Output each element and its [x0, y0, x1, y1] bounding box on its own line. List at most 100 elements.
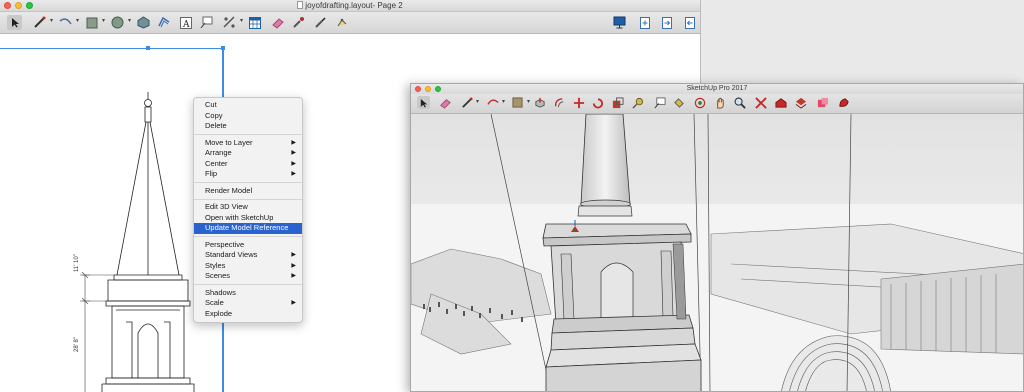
- submenu-arrow-icon: ▶: [291, 139, 296, 146]
- eraser-icon[interactable]: [270, 15, 285, 30]
- menu-item-label: Scale: [205, 298, 224, 307]
- desktop: joyofdrafting.layout- Page 2 ▾ ▾ ▾ ▾ A ▾…: [0, 0, 1024, 392]
- offset-icon[interactable]: [156, 15, 171, 30]
- text-icon[interactable]: A: [178, 15, 193, 30]
- menu-item-styles[interactable]: Styles ▶: [194, 261, 302, 272]
- extension-warehouse-icon[interactable]: [794, 96, 807, 109]
- menu-item-center[interactable]: Center ▶: [194, 159, 302, 170]
- polygon-icon[interactable]: [136, 15, 151, 30]
- table-icon[interactable]: [247, 15, 262, 30]
- select-icon[interactable]: [417, 96, 430, 109]
- menu-separator: [194, 236, 302, 237]
- arc-icon[interactable]: [58, 15, 79, 30]
- layout-window-title: joyofdrafting.layout- Page 2: [305, 1, 403, 10]
- menu-item-label: Perspective: [205, 239, 245, 249]
- circle-icon[interactable]: [110, 15, 131, 30]
- move-icon[interactable]: [572, 96, 585, 109]
- tape-measure-icon[interactable]: [631, 96, 644, 109]
- submenu-arrow-icon: ▶: [291, 300, 296, 306]
- text-icon[interactable]: [653, 96, 666, 109]
- menu-item-label: Update Model Reference: [205, 223, 289, 232]
- submenu-arrow-icon: ▶: [291, 171, 296, 177]
- pencil-icon[interactable]: [460, 96, 479, 109]
- sketchup-3d-viewport[interactable]: [411, 113, 1023, 391]
- menu-item-standard-views[interactable]: Standard Views ▶: [194, 250, 302, 261]
- menu-item-open-with-sketchup[interactable]: Open with SketchUp: [194, 213, 302, 224]
- style-dropper-icon[interactable]: [291, 15, 306, 30]
- menu-item-flip[interactable]: Flip ▶: [194, 169, 302, 180]
- layout-window-title-wrap: joyofdrafting.layout- Page 2: [0, 0, 700, 12]
- split-icon[interactable]: [313, 15, 328, 30]
- paint-bucket-icon[interactable]: [672, 96, 685, 109]
- orbit-icon[interactable]: [693, 96, 706, 109]
- sketchup-window: SketchUp Pro 2017: [410, 83, 1024, 392]
- submenu-arrow-icon: ▶: [291, 150, 296, 156]
- dimension-icon[interactable]: [222, 15, 243, 30]
- menu-item-copy[interactable]: Copy: [194, 111, 302, 122]
- layout-toolbar: A: [0, 12, 700, 34]
- menu-item-label: Flip: [205, 169, 218, 178]
- layout-titlebar[interactable]: joyofdrafting.layout- Page 2: [0, 0, 700, 12]
- join-icon[interactable]: [334, 15, 349, 30]
- dimension-label-lower: 28' 8": [74, 337, 80, 352]
- document-icon: [297, 1, 304, 9]
- pan-icon[interactable]: [713, 96, 726, 109]
- presentation-icon[interactable]: [612, 15, 627, 30]
- zoom-extents-icon[interactable]: [754, 96, 767, 109]
- previous-page-icon[interactable]: [682, 15, 697, 30]
- submenu-arrow-icon: ▶: [291, 252, 296, 258]
- menu-item-label: Standard Views: [205, 250, 258, 259]
- menu-item-cut[interactable]: Cut: [194, 100, 302, 111]
- menu-item-label: Delete: [205, 121, 227, 130]
- offset-icon[interactable]: [552, 96, 565, 109]
- selection-handle-top[interactable]: [146, 46, 150, 50]
- eraser-icon[interactable]: [438, 96, 451, 109]
- submenu-arrow-icon: ▶: [291, 160, 296, 167]
- submenu-arrow-icon: ▶: [291, 273, 296, 279]
- scale-icon[interactable]: [611, 96, 624, 109]
- shapes-icon[interactable]: [511, 96, 530, 109]
- menu-item-render-model[interactable]: Render Model: [194, 186, 302, 197]
- next-page-icon[interactable]: [659, 15, 674, 30]
- sketchup-window-title: SketchUp Pro 2017: [686, 85, 748, 92]
- menu-item-delete[interactable]: Delete: [194, 121, 302, 132]
- menu-item-shadows[interactable]: Shadows: [194, 288, 302, 299]
- menu-item-edit-3d-view[interactable]: Edit 3D View: [194, 202, 302, 213]
- select-arrow-icon[interactable]: [7, 15, 22, 30]
- menu-item-update-model-reference[interactable]: Update Model Reference: [194, 223, 302, 234]
- dimension-label-upper: 11' 10": [74, 254, 80, 272]
- warehouse-icon[interactable]: [774, 96, 787, 109]
- extension-manager-icon[interactable]: [837, 96, 850, 109]
- menu-item-arrange[interactable]: Arrange ▶: [194, 148, 302, 159]
- label-icon[interactable]: [199, 15, 214, 30]
- add-page-icon[interactable]: [637, 15, 652, 30]
- menu-item-label: Scenes: [205, 271, 231, 280]
- line-pen-icon[interactable]: [32, 15, 53, 30]
- menu-item-label: Cut: [205, 100, 217, 109]
- rotate-icon[interactable]: [591, 96, 604, 109]
- menu-separator: [194, 198, 302, 200]
- menu-item-label: Open with SketchUp: [205, 212, 274, 222]
- page-edge-top: [0, 48, 224, 49]
- sketchup-titlebar[interactable]: SketchUp Pro 2017: [411, 84, 1023, 94]
- menu-item-label: Edit 3D View: [205, 202, 248, 211]
- selection-handle-corner[interactable]: [221, 46, 225, 50]
- zoom-icon[interactable]: [733, 96, 746, 109]
- context-menu: Cut Copy Delete Move to Layer ▶ Arrange ▶ Cente…: [193, 97, 303, 323]
- menu-item-scenes[interactable]: Scenes ▶: [194, 271, 302, 282]
- menu-item-perspective[interactable]: Perspective: [194, 240, 302, 251]
- menu-item-label: Render Model: [205, 185, 253, 195]
- rectangle-icon[interactable]: [84, 15, 105, 30]
- menu-item-move-to-layer[interactable]: Move to Layer ▶: [194, 138, 302, 149]
- steeple-elevation-drawing[interactable]: [70, 92, 195, 392]
- arc-icon[interactable]: [486, 96, 505, 109]
- menu-separator: [194, 284, 302, 285]
- layout-send-icon[interactable]: [816, 96, 829, 109]
- svg-text:A: A: [182, 20, 190, 29]
- menu-item-label: Move to Layer: [205, 137, 253, 147]
- menu-item-scale[interactable]: Scale ▶: [194, 298, 302, 309]
- push-pull-icon[interactable]: [533, 96, 546, 109]
- menu-item-explode[interactable]: Explode: [194, 309, 302, 320]
- menu-item-label: Shadows: [205, 287, 236, 297]
- menu-item-label: Arrange: [205, 148, 232, 157]
